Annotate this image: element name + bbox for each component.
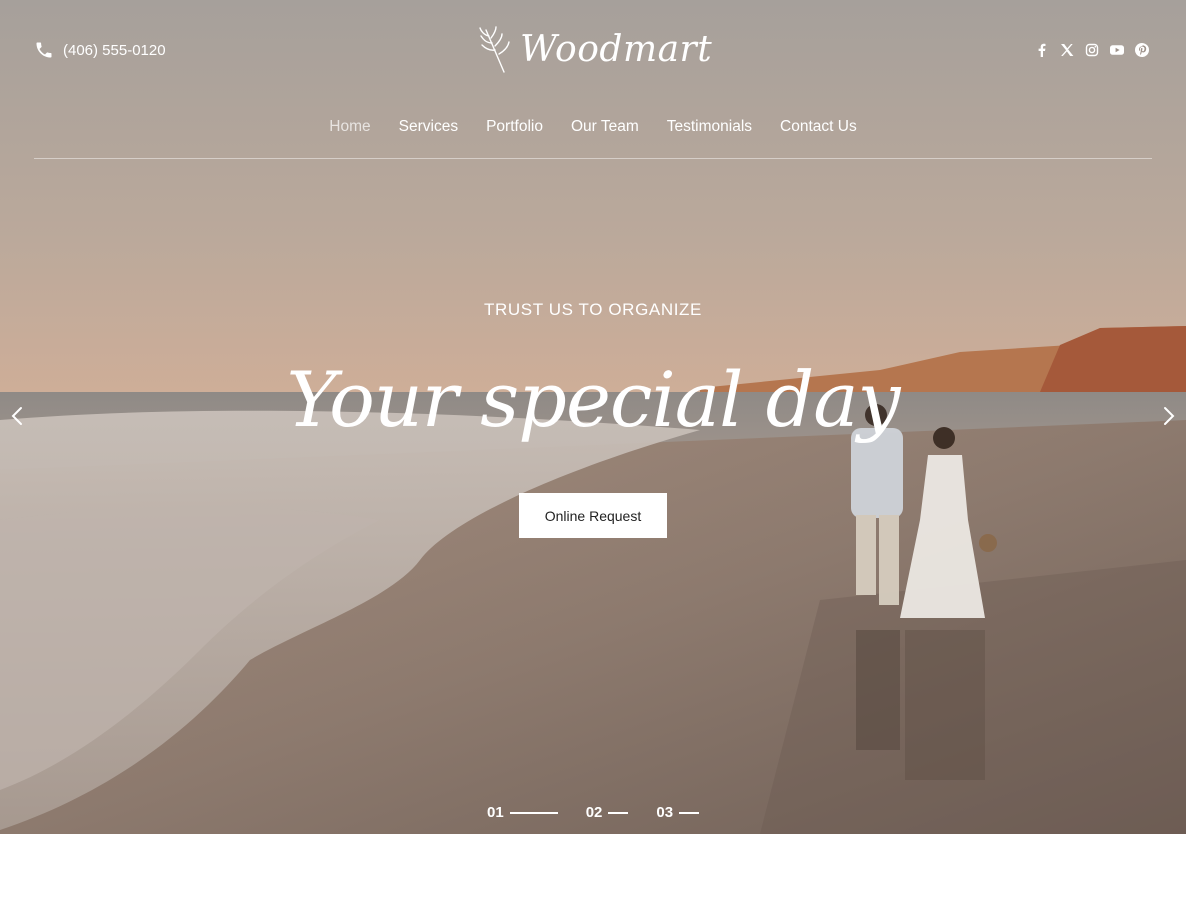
- hero-headline: Your special day: [286, 355, 901, 444]
- slide-number: 02: [585, 804, 603, 821]
- phone-icon: [36, 42, 52, 58]
- slider-next-button[interactable]: [1156, 404, 1180, 428]
- site-logo[interactable]: Woodmart: [478, 26, 712, 74]
- nav-divider: [34, 158, 1152, 159]
- social-links: [1034, 42, 1150, 58]
- slide-pager: 01 02 03: [487, 804, 700, 821]
- slide-number: 03: [656, 804, 674, 821]
- chevron-left-icon: [11, 407, 22, 425]
- slide-pager-item[interactable]: 03: [656, 804, 700, 821]
- slide-progress-line: [509, 811, 558, 814]
- slide-pager-item[interactable]: 01: [487, 804, 558, 821]
- online-request-button[interactable]: Online Request: [519, 493, 667, 538]
- nav-item-services[interactable]: Services: [399, 118, 458, 136]
- x-icon[interactable]: [1059, 42, 1075, 58]
- leaf-sprig-icon: [479, 26, 510, 73]
- pinterest-icon[interactable]: [1134, 42, 1150, 58]
- nav-item-our-team[interactable]: Our Team: [571, 118, 639, 136]
- instagram-icon[interactable]: [1084, 42, 1100, 58]
- nav-item-contact-us[interactable]: Contact Us: [780, 118, 857, 136]
- slide-pager-item[interactable]: 02: [586, 804, 629, 821]
- slide-number: 01: [487, 804, 504, 821]
- slider-prev-button[interactable]: [6, 404, 30, 428]
- slide-progress-line: [679, 811, 700, 814]
- youtube-icon[interactable]: [1109, 42, 1125, 58]
- nav-item-home[interactable]: Home: [329, 118, 370, 136]
- phone-number: (406) 555-0120: [63, 41, 166, 59]
- facebook-icon[interactable]: [1034, 42, 1050, 58]
- hero-eyebrow: TRUST US TO ORGANIZE: [484, 300, 702, 319]
- main-nav: Home Services Portfolio Our Team Testimo…: [0, 118, 1186, 136]
- logo-text: Woodmart: [520, 29, 713, 70]
- slide-progress-line: [608, 811, 629, 814]
- chevron-right-icon: [1164, 407, 1175, 425]
- hero-section: (406) 555-0120 Woodmart Home Services Po…: [0, 0, 1186, 834]
- page-scrollbar[interactable]: [1186, 0, 1200, 900]
- nav-item-portfolio[interactable]: Portfolio: [486, 118, 543, 136]
- nav-item-testimonials[interactable]: Testimonials: [667, 118, 752, 136]
- phone-contact[interactable]: (406) 555-0120: [34, 40, 166, 60]
